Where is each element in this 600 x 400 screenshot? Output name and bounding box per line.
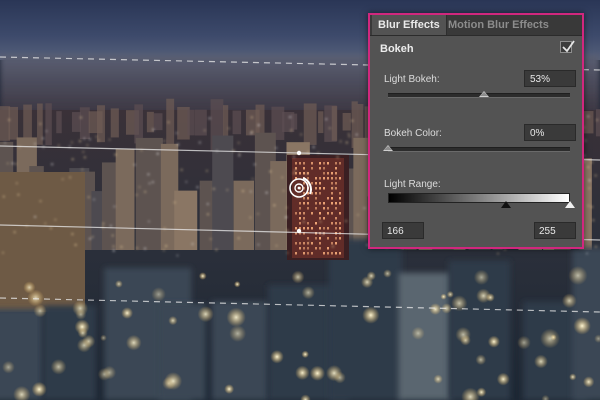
bokeh-color-slider-track[interactable]: [388, 147, 570, 152]
guide-handle-top[interactable]: [296, 150, 302, 156]
guide-handle-bottom[interactable]: [296, 228, 302, 234]
checkmark-icon: [562, 40, 575, 53]
tab-motion-blur-effects[interactable]: Motion Blur Effects: [442, 15, 555, 35]
bokeh-color-label: Bokeh Color:: [384, 128, 442, 139]
bokeh-color-field[interactable]: 0%: [524, 124, 576, 141]
light-bokeh-slider-thumb[interactable]: [479, 91, 490, 97]
light-range-low-field[interactable]: 166: [382, 222, 424, 239]
bokeh-checkbox[interactable]: [560, 40, 575, 53]
blur-effects-panel: Blur Effects Motion Blur Effects Bokeh L…: [368, 13, 584, 249]
light-range-low-thumb[interactable]: [501, 201, 512, 208]
light-bokeh-label: Light Bokeh:: [384, 74, 440, 85]
light-range-high-thumb[interactable]: [565, 201, 575, 208]
panel-tab-bar: Blur Effects Motion Blur Effects: [370, 15, 582, 36]
tab-blur-effects[interactable]: Blur Effects: [372, 15, 447, 35]
bokeh-color-slider-thumb[interactable]: [383, 145, 393, 151]
light-range-label: Light Range:: [384, 179, 441, 190]
light-range-gradient-bar[interactable]: [388, 193, 570, 203]
light-range-high-field[interactable]: 255: [534, 222, 576, 239]
light-bokeh-field[interactable]: 53%: [524, 70, 576, 87]
bokeh-section-title: Bokeh: [380, 43, 414, 55]
